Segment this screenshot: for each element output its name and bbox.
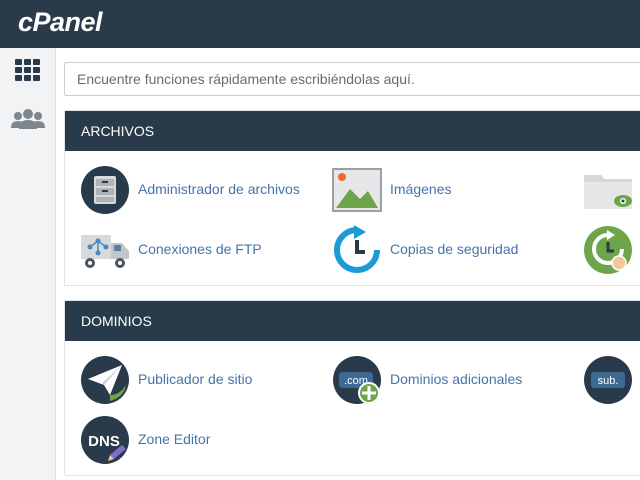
site-publisher-icon: [80, 355, 130, 405]
file-manager-link[interactable]: Administrador de archivos: [80, 165, 320, 215]
zone-editor-icon: DNS: [80, 415, 130, 465]
images-icon: [332, 165, 382, 215]
images-link[interactable]: Imágenes: [332, 165, 512, 215]
backup-link[interactable]: Copias de seguridad: [332, 225, 552, 275]
zone-editor-icon-text: DNS: [88, 433, 120, 450]
users-icon[interactable]: [10, 108, 46, 138]
item-label: Administrador de archivos: [138, 181, 300, 197]
addon-domains-link[interactable]: .com Dominios adicionales: [332, 355, 552, 405]
item-label: Copias de seguridad: [390, 241, 519, 257]
item-label: Imágenes: [390, 181, 452, 197]
zone-editor-link[interactable]: DNS Zone Editor: [80, 415, 280, 465]
file-manager-icon: [80, 165, 130, 215]
section-dominios: DOMINIOS Publicador de sitio .com Domini…: [64, 300, 640, 476]
main-content: ARCHIVOS Administrador de archivos: [56, 48, 640, 480]
backup-wizard-link[interactable]: [583, 225, 640, 275]
grid-icon[interactable]: [10, 58, 46, 88]
subdomains-link[interactable]: sub.: [583, 355, 640, 405]
addon-domains-icon: .com: [332, 355, 382, 405]
cpanel-logo[interactable]: cPanel: [18, 7, 103, 38]
item-label: Conexiones de FTP: [138, 241, 262, 257]
top-bar: cPanel: [0, 0, 640, 48]
ftp-connections-icon: [80, 225, 130, 275]
section-title: ARCHIVOS: [65, 111, 640, 151]
item-label: Publicador de sitio: [138, 371, 253, 387]
subdomains-icon-text: sub.: [598, 375, 619, 387]
directory-privacy-icon: [583, 165, 633, 215]
item-label: Dominios adicionales: [390, 371, 523, 387]
subdomains-icon: sub.: [583, 355, 633, 405]
section-title: DOMINIOS: [65, 301, 640, 341]
directory-privacy-link[interactable]: [583, 165, 640, 215]
item-label: Zone Editor: [138, 431, 211, 447]
section-archivos: ARCHIVOS Administrador de archivos Imáge…: [64, 110, 640, 286]
ftp-connections-link[interactable]: Conexiones de FTP: [80, 225, 320, 275]
backup-wizard-icon: [583, 225, 633, 275]
backup-icon: [332, 225, 382, 275]
sidebar: [0, 48, 56, 480]
site-publisher-link[interactable]: Publicador de sitio: [80, 355, 320, 405]
search-input[interactable]: [64, 62, 640, 96]
